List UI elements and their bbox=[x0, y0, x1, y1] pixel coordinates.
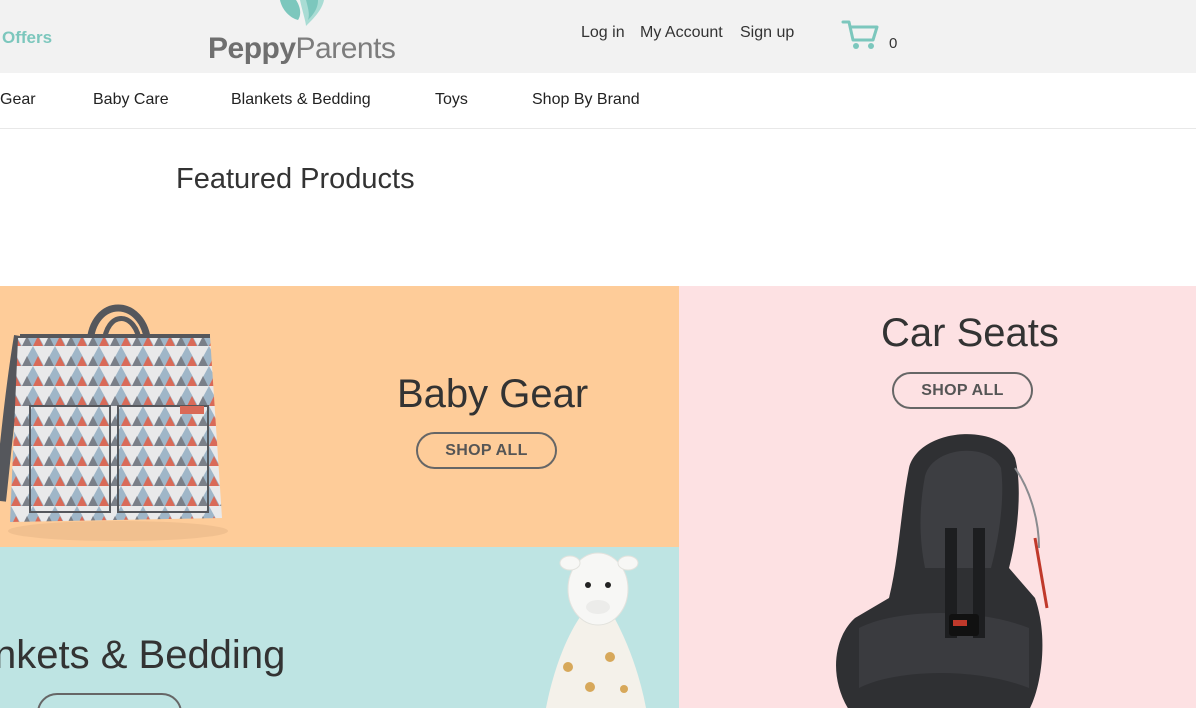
giraffe-blanket-image bbox=[546, 552, 646, 708]
logo-text: PeppyParents bbox=[208, 32, 396, 66]
site-logo[interactable]: PeppyParents bbox=[206, 0, 396, 70]
car-seats-shop-all-button[interactable]: SHOP ALL bbox=[892, 372, 1033, 409]
my-account-link[interactable]: My Account bbox=[640, 24, 723, 42]
logo-word-parents: Parents bbox=[295, 32, 396, 65]
shopping-cart-icon[interactable] bbox=[841, 18, 881, 52]
car-seats-title: Car Seats bbox=[881, 311, 1059, 355]
feet-logo-icon bbox=[280, 0, 324, 26]
logo-word-peppy: Peppy bbox=[208, 32, 296, 65]
blankets-bedding-title: nkets & Bedding bbox=[0, 633, 286, 677]
blankets-bedding-panel[interactable]: nkets & Bedding bbox=[0, 547, 679, 708]
signup-link[interactable]: Sign up bbox=[740, 24, 794, 42]
nav-item-baby-care[interactable]: Baby Care bbox=[93, 91, 169, 109]
nav-item-shop-by-brand[interactable]: Shop By Brand bbox=[532, 91, 640, 109]
blankets-shop-all-button[interactable] bbox=[37, 693, 182, 708]
diaper-bag-image bbox=[0, 304, 228, 541]
baby-gear-panel[interactable]: Baby Gear SHOP ALL bbox=[0, 286, 679, 547]
baby-gear-shop-all-button[interactable]: SHOP ALL bbox=[416, 432, 557, 469]
baby-gear-title: Baby Gear bbox=[397, 372, 589, 416]
offers-link[interactable]: Offers bbox=[2, 28, 52, 48]
main-nav: Gear Baby Care Blankets & Bedding Toys S… bbox=[0, 73, 1196, 129]
nav-item-gear[interactable]: Gear bbox=[0, 91, 36, 109]
nav-item-blankets-bedding[interactable]: Blankets & Bedding bbox=[231, 91, 371, 109]
top-header: Offers PeppyParents Log in My Account Si… bbox=[0, 0, 1196, 73]
featured-products-title: Featured Products bbox=[176, 163, 415, 195]
login-link[interactable]: Log in bbox=[581, 24, 625, 42]
cart-count: 0 bbox=[889, 35, 898, 52]
nav-item-toys[interactable]: Toys bbox=[435, 91, 468, 109]
car-seat-image bbox=[836, 434, 1049, 708]
car-seats-panel[interactable]: Car Seats SHOP ALL bbox=[679, 286, 1196, 708]
